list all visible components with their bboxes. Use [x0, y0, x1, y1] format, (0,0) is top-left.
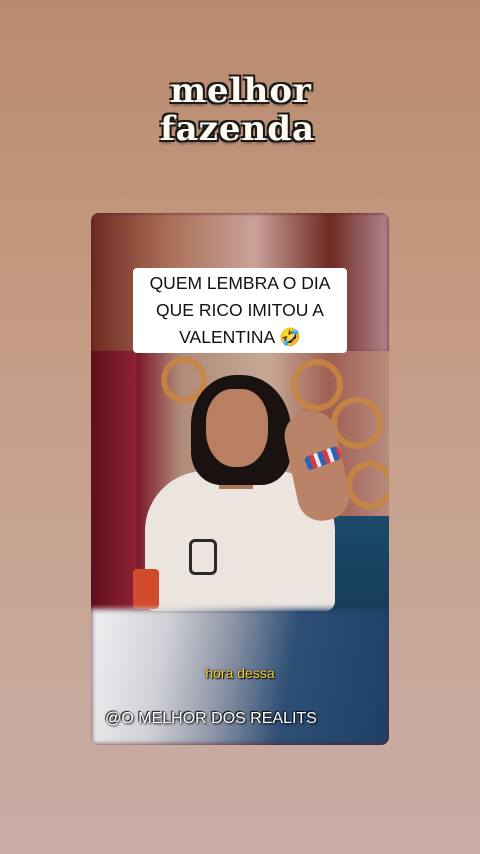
video-subtitle: hora dessa	[205, 665, 275, 681]
video-player[interactable]: QUEM LEMBRA O DIA QUE RICO IMITOU A VALE…	[91, 213, 389, 745]
microphone	[189, 539, 217, 575]
video-caption: QUEM LEMBRA O DIA QUE RICO IMITOU A VALE…	[133, 268, 347, 353]
title-line-1: melhor	[170, 71, 312, 111]
bottle	[133, 569, 159, 609]
wall-decoration	[346, 461, 389, 509]
wall-decoration	[291, 359, 343, 411]
title-line-2: fazenda	[159, 109, 316, 149]
curtain	[91, 351, 137, 609]
person-face	[206, 389, 268, 467]
wall-decoration	[331, 397, 383, 449]
video-scene	[91, 351, 389, 636]
watermark: @O MELHOR DOS REALITS	[105, 710, 317, 727]
